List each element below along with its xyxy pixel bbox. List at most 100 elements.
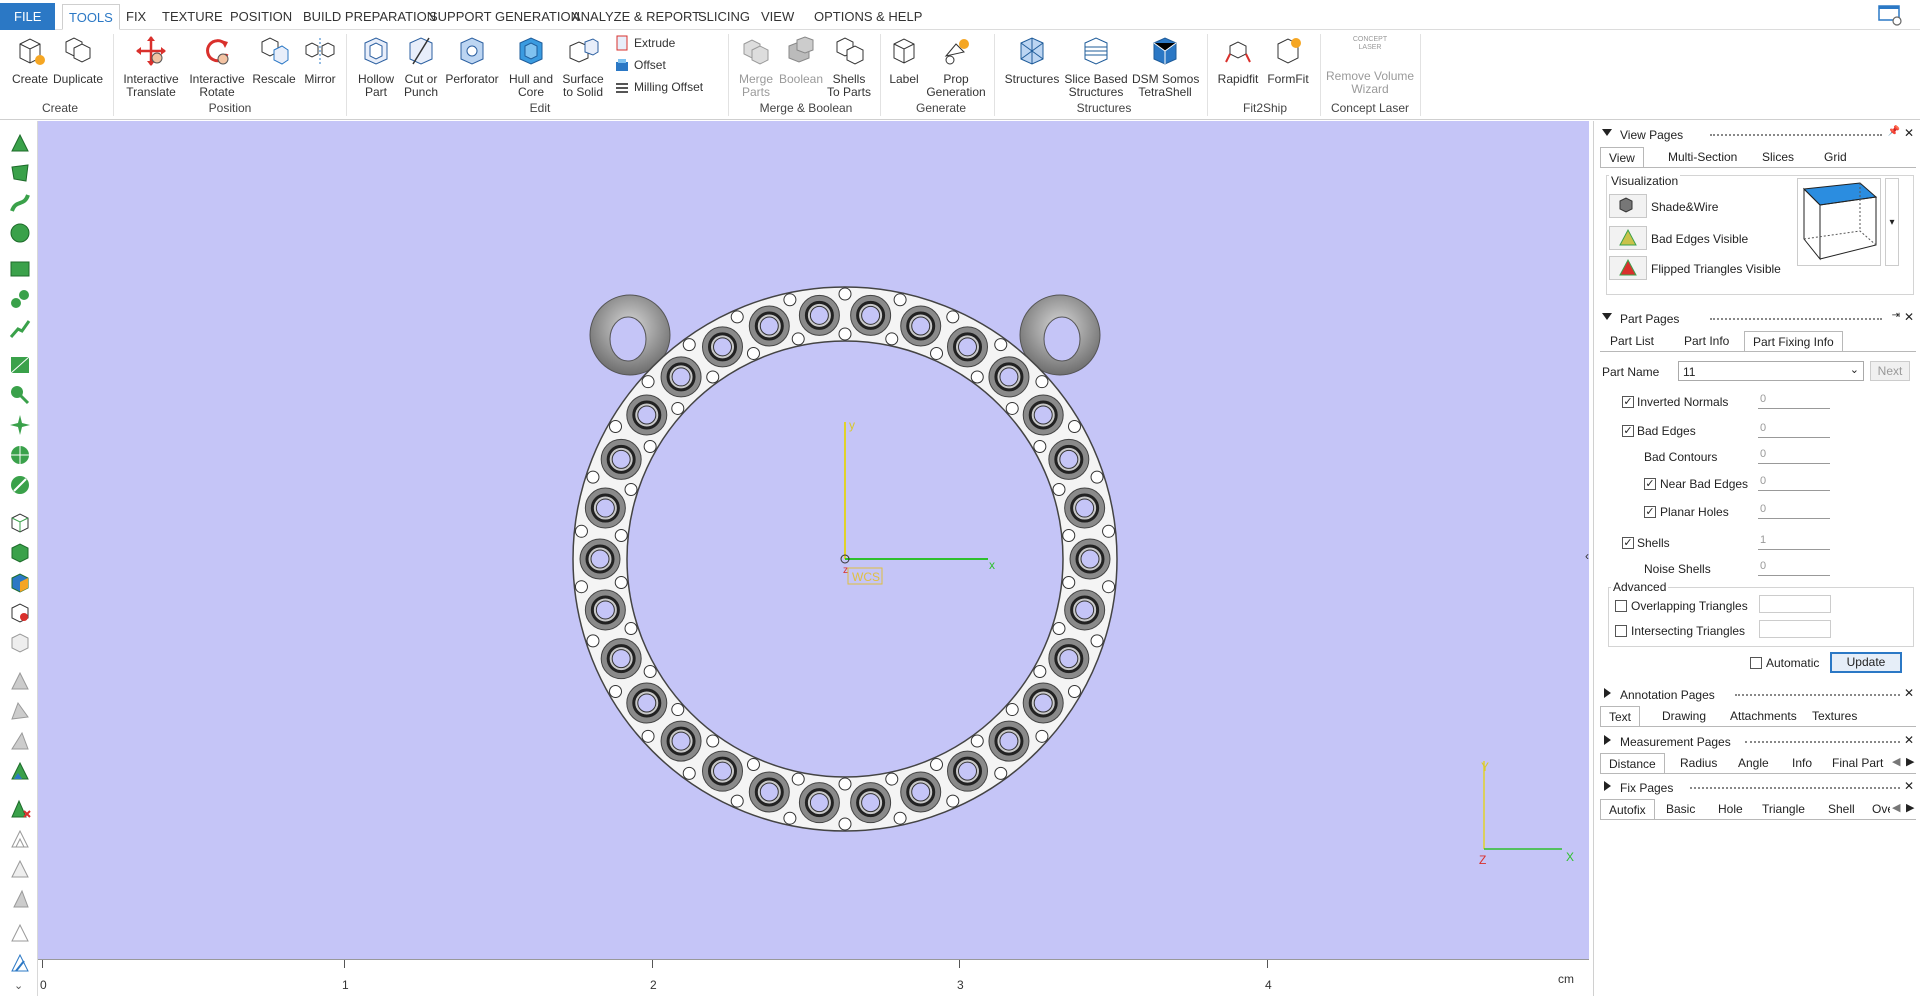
- surface-to-solid-button[interactable]: Surface to Solid: [558, 34, 608, 99]
- interactive-rotate-button[interactable]: Interactive Rotate: [188, 34, 246, 99]
- triangle-gray-2-icon[interactable]: [8, 699, 32, 723]
- menu-tab-file[interactable]: FILE: [0, 3, 56, 30]
- remove-volume-wizard-button[interactable]: CONCEPT LASER Remove Volume Wizard: [1326, 34, 1414, 96]
- select-wave-icon[interactable]: [8, 383, 32, 407]
- drag-handle[interactable]: [1735, 694, 1900, 698]
- tab-basic[interactable]: Basic: [1658, 799, 1703, 819]
- automatic-checkbox[interactable]: [1750, 657, 1762, 669]
- expand-icon[interactable]: [1604, 688, 1611, 698]
- tab-drawing[interactable]: Drawing: [1654, 706, 1714, 726]
- tab-part-fixing-info[interactable]: Part Fixing Info: [1744, 331, 1843, 351]
- triangle-blank-icon[interactable]: [8, 921, 32, 945]
- triangle-green-icon[interactable]: [8, 759, 32, 783]
- prop-generation-button[interactable]: Prop Generation: [926, 34, 986, 99]
- mirror-button[interactable]: Mirror: [299, 34, 341, 86]
- dsm-somos-tetrashell-button[interactable]: DSM Somos TetraShell: [1132, 34, 1199, 99]
- collapse-icon[interactable]: [1602, 313, 1612, 320]
- merge-parts-button[interactable]: Merge Parts: [734, 34, 778, 99]
- cube-gray-icon[interactable]: [8, 631, 32, 655]
- menu-tab-slicing[interactable]: SLICING: [692, 6, 756, 28]
- triangle-remove-icon[interactable]: [8, 797, 32, 821]
- near-bad-edges-checkbox[interactable]: ✓: [1644, 478, 1656, 490]
- tab-grid[interactable]: Grid: [1816, 147, 1855, 167]
- tab-hole[interactable]: Hole: [1710, 799, 1751, 819]
- drag-handle[interactable]: [1690, 787, 1900, 791]
- menu-tab-fix[interactable]: FIX: [120, 6, 152, 28]
- measurement-pages-header[interactable]: Measurement Pages ✕: [1600, 733, 1916, 751]
- rescale-button[interactable]: Rescale: [252, 34, 296, 86]
- select-star-icon[interactable]: [8, 413, 32, 437]
- triangle-gray-icon[interactable]: [8, 669, 32, 693]
- hull-and-core-button[interactable]: Hull and Core: [507, 34, 555, 99]
- bad-edges-checkbox[interactable]: ✓: [1622, 425, 1634, 437]
- menu-tab-build-preparation[interactable]: BUILD PREPARATION: [297, 6, 442, 28]
- cube-select-icon[interactable]: [8, 511, 32, 535]
- triangle-outline-2-icon[interactable]: [8, 857, 32, 881]
- perforator-button[interactable]: Perforator: [444, 34, 500, 86]
- select-rect-icon[interactable]: [8, 257, 32, 281]
- tab-multi-section[interactable]: Multi-Section: [1660, 147, 1745, 167]
- inverted-normals-checkbox[interactable]: ✓: [1622, 396, 1634, 408]
- pin-icon[interactable]: ⇥: [1892, 310, 1900, 321]
- bad-edges-visible-button[interactable]: [1609, 226, 1647, 250]
- update-button[interactable]: Update: [1830, 652, 1902, 673]
- select-triangle-icon[interactable]: [8, 131, 32, 155]
- close-icon[interactable]: ✕: [1904, 310, 1914, 324]
- scroll-right-icon[interactable]: ▶: [1906, 755, 1914, 768]
- tab-shell[interactable]: Shell: [1820, 799, 1863, 819]
- select-plane-icon[interactable]: [8, 473, 32, 497]
- rapidfit-button[interactable]: Rapidfit: [1214, 34, 1262, 86]
- close-icon[interactable]: ✕: [1904, 779, 1914, 793]
- create-button[interactable]: Create: [8, 34, 52, 86]
- expand-toolbar-icon[interactable]: ⌄: [14, 979, 23, 992]
- drag-handle[interactable]: [1710, 134, 1882, 138]
- expand-icon[interactable]: [1604, 735, 1611, 745]
- part-pages-header[interactable]: Part Pages ⇥ ✕: [1600, 310, 1916, 328]
- close-icon[interactable]: ✕: [1904, 733, 1914, 747]
- triangle-outline-3-icon[interactable]: [8, 887, 32, 911]
- menu-tab-analyze-report[interactable]: ANALYZE & REPORT: [566, 6, 706, 28]
- menu-tab-texture[interactable]: TEXTURE: [156, 6, 229, 28]
- scroll-left-icon[interactable]: ◀: [1892, 801, 1900, 814]
- shells-checkbox[interactable]: ✓: [1622, 537, 1634, 549]
- tab-textures[interactable]: Textures: [1804, 706, 1865, 726]
- menu-tab-options-help[interactable]: OPTIONS & HELP: [808, 6, 928, 28]
- window-settings-icon[interactable]: [1878, 4, 1902, 26]
- tab-angle[interactable]: Angle: [1730, 753, 1777, 773]
- triangle-blue-icon[interactable]: [8, 951, 32, 975]
- collapse-icon[interactable]: [1602, 129, 1612, 136]
- interactive-translate-button[interactable]: Interactive Translate: [122, 34, 180, 99]
- scroll-right-icon[interactable]: ▶: [1906, 801, 1914, 814]
- next-button[interactable]: Next: [1870, 361, 1910, 381]
- tab-attachments[interactable]: Attachments: [1722, 706, 1805, 726]
- tab-info[interactable]: Info: [1784, 753, 1820, 773]
- tab-slices[interactable]: Slices: [1754, 147, 1802, 167]
- intersecting-triangles-checkbox[interactable]: [1615, 625, 1627, 637]
- tab-final-part[interactable]: Final Part: [1824, 753, 1891, 773]
- cube-green-icon[interactable]: [8, 541, 32, 565]
- menu-tab-position[interactable]: POSITION: [224, 6, 298, 28]
- drag-handle[interactable]: [1745, 741, 1900, 745]
- select-surface-icon[interactable]: [8, 161, 32, 185]
- triangle-outline-icon[interactable]: [8, 827, 32, 851]
- triangle-gray-3-icon[interactable]: [8, 729, 32, 753]
- planar-holes-checkbox[interactable]: ✓: [1644, 506, 1656, 518]
- tab-part-list[interactable]: Part List: [1602, 331, 1662, 351]
- 3d-viewport[interactable]: y x z WCS Y X Z ‹: [38, 121, 1589, 959]
- duplicate-button[interactable]: Duplicate: [52, 34, 104, 86]
- milling-offset-button[interactable]: Milling Offset: [614, 78, 703, 96]
- boolean-button[interactable]: Boolean: [778, 34, 824, 86]
- slice-based-structures-button[interactable]: Slice Based Structures: [1064, 34, 1128, 99]
- select-sphere-icon[interactable]: [8, 221, 32, 245]
- tab-text[interactable]: Text: [1600, 706, 1641, 726]
- fix-pages-header[interactable]: Fix Pages ✕: [1600, 779, 1916, 797]
- panel-collapse-arrow-icon[interactable]: ‹: [1585, 549, 1589, 563]
- structures-button[interactable]: Structures: [1004, 34, 1060, 86]
- view-cube-dropdown-icon[interactable]: ▾: [1885, 178, 1899, 266]
- close-icon[interactable]: ✕: [1904, 686, 1914, 700]
- formfit-button[interactable]: FormFit: [1264, 34, 1312, 86]
- select-brush-icon[interactable]: [8, 287, 32, 311]
- tab-radius[interactable]: Radius: [1672, 753, 1725, 773]
- select-shell-icon[interactable]: [8, 191, 32, 215]
- hollow-part-button[interactable]: Hollow Part: [352, 34, 400, 99]
